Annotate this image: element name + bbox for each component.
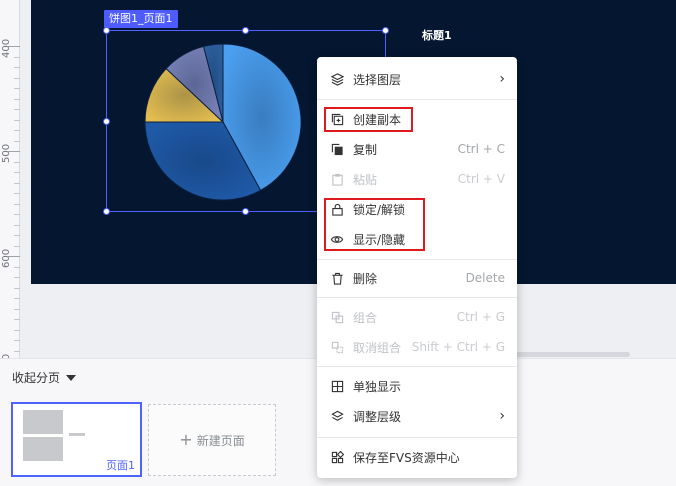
canvas-title-text[interactable]: 标题1 <box>422 27 452 43</box>
menu-item-save-to-fvs[interactable]: 保存至FVS资源中心 <box>317 443 517 471</box>
chevron-right-icon: › <box>499 71 505 87</box>
thumbnail-block <box>23 437 63 461</box>
menu-item-select-layer[interactable]: 选择图层 › <box>317 65 517 93</box>
copy-icon <box>330 142 344 156</box>
resize-handle-l[interactable] <box>103 118 110 125</box>
lock-icon <box>330 202 344 216</box>
ruler-label: 400 <box>1 38 12 58</box>
ungroup-icon <box>330 340 344 354</box>
menu-divider <box>317 297 517 298</box>
menu-item-delete[interactable]: 删除 Delete <box>317 264 517 292</box>
menu-divider <box>317 259 517 260</box>
eye-icon <box>330 232 344 246</box>
paste-icon <box>330 172 344 186</box>
menu-divider <box>317 437 517 438</box>
collapse-pages-label: 收起分页 <box>12 371 61 385</box>
menu-divider <box>317 99 517 100</box>
page-thumbnail-label: 页面1 <box>106 459 135 472</box>
selected-component-label: 饼图1_页面1 <box>104 10 178 28</box>
menu-item-copy[interactable]: 复制 Ctrl + C <box>317 135 517 163</box>
caret-down-icon <box>66 374 77 381</box>
plus-icon: + <box>179 430 193 449</box>
vertical-ruler: 400500600700800 <box>0 0 20 478</box>
new-page-button[interactable]: + 新建页面 <box>148 404 276 476</box>
resize-handle-b[interactable] <box>242 208 249 215</box>
save-resource-icon <box>330 450 344 464</box>
menu-item-lock-unlock[interactable]: 锁定/解锁 <box>317 195 517 223</box>
menu-item-show-alone[interactable]: 单独显示 <box>317 372 517 400</box>
trash-icon <box>330 271 344 285</box>
page-thumbnail[interactable]: 页面1 <box>11 402 142 477</box>
layers-icon <box>330 72 344 86</box>
thumbnail-line <box>69 433 85 436</box>
menu-item-group[interactable]: 组合 Ctrl + G <box>317 303 517 331</box>
resize-handle-tr[interactable] <box>382 27 389 34</box>
menu-item-show-hide[interactable]: 显示/隐藏 <box>317 225 517 253</box>
menu-divider <box>317 366 517 367</box>
resize-handle-tl[interactable] <box>103 27 110 34</box>
group-icon <box>330 310 344 324</box>
resize-handle-t[interactable] <box>242 27 249 34</box>
collapse-pages-toggle[interactable]: 收起分页 <box>12 369 77 386</box>
chevron-right-icon: › <box>499 408 505 424</box>
menu-item-paste[interactable]: 粘贴 Ctrl + V <box>317 165 517 193</box>
thumbnail-block <box>23 410 63 434</box>
new-page-label: 新建页面 <box>196 433 245 448</box>
ruler-label: 500 <box>1 143 12 163</box>
menu-item-ungroup[interactable]: 取消组合 Shift + Ctrl + G <box>317 333 517 361</box>
menu-item-adjust-layer[interactable]: 调整层级 › <box>317 402 517 430</box>
context-menu: 选择图层 › 创建副本 复制 Ctrl + C 粘贴 Ctrl + V 锁定/解… <box>317 57 517 478</box>
resize-handle-bl[interactable] <box>103 208 110 215</box>
solo-icon <box>330 379 344 393</box>
layer-order-icon <box>330 409 344 423</box>
ruler-label: 600 <box>1 248 12 268</box>
menu-item-duplicate[interactable]: 创建副本 <box>317 105 517 133</box>
duplicate-icon <box>330 112 344 126</box>
